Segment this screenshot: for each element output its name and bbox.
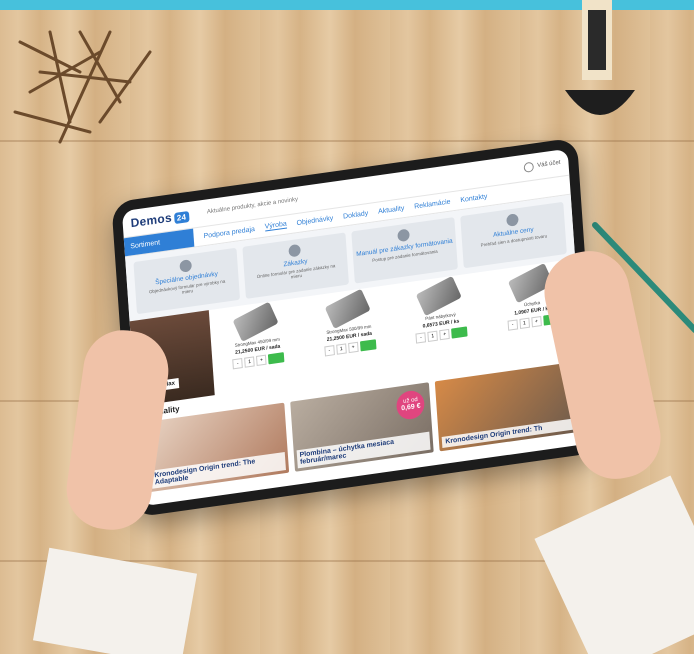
product-image — [232, 301, 279, 342]
qty-value[interactable]: 1 — [519, 317, 530, 330]
service-icon — [179, 259, 193, 273]
qty-value[interactable]: 1 — [244, 356, 255, 368]
qty-plus[interactable]: + — [256, 354, 267, 367]
news-caption: Plombina – úchytka mesiaca február/marec — [296, 431, 431, 469]
product-image — [324, 288, 371, 330]
service-card[interactable]: Manuál pre zákazky formátovania Postup p… — [351, 217, 458, 284]
user-area[interactable]: Váš účet — [523, 158, 561, 173]
nav-item[interactable]: Doklady — [343, 210, 369, 221]
search-icon[interactable] — [523, 161, 534, 173]
qty-value[interactable]: 1 — [335, 343, 347, 355]
service-card[interactable]: Špeciálne objednávky Objednávkový formul… — [133, 247, 241, 315]
right-sleeve — [534, 475, 694, 654]
qty-plus[interactable]: + — [347, 341, 359, 354]
nav-item-active[interactable]: Výroba — [264, 220, 288, 232]
photo-scene: Demos 24 Aktuálne produkty, akcie a novin… — [0, 0, 694, 654]
product-tile[interactable]: Pánt nábytkový 0,6573 EUR / ks -1 + — [392, 272, 490, 370]
news-caption: Kronodesign Origin trend: The Adaptable — [151, 452, 286, 489]
qty-minus[interactable]: - — [507, 319, 518, 331]
qty-minus[interactable]: - — [415, 332, 427, 344]
product-tile[interactable]: StrongMax 450/99 mm 21,2500 EUR / sada -… — [209, 297, 307, 395]
service-icon — [397, 228, 410, 243]
tablet-device: Demos 24 Aktuálne produkty, akcie a novin… — [111, 137, 599, 518]
add-to-cart-button[interactable] — [451, 326, 468, 339]
nav-item[interactable]: Kontakty — [460, 193, 487, 204]
price-badge: už od 0,69 € — [395, 389, 426, 421]
add-to-cart-button[interactable] — [268, 352, 285, 365]
tablet-screen: Demos 24 Aktuálne produkty, akcie a novin… — [121, 148, 589, 507]
left-sleeve — [32, 547, 198, 654]
nav-item[interactable]: Objednávky — [296, 214, 333, 226]
product-image — [416, 275, 463, 317]
service-card[interactable]: Zákazky Online formulár pre zadanie záka… — [242, 232, 349, 299]
qty-plus[interactable]: + — [531, 316, 542, 328]
qty-minus[interactable]: - — [324, 345, 335, 357]
add-to-cart-button[interactable] — [359, 339, 377, 352]
news-caption: Kronodesign Origin trend: Th — [441, 418, 577, 448]
service-card[interactable]: Aktuálne ceny Prehľad cien a dostupnosti… — [460, 201, 567, 269]
qty-minus[interactable]: - — [232, 357, 244, 370]
screws-pile — [13, 30, 152, 144]
service-icon — [506, 213, 519, 227]
product-tile[interactable]: StrongMax 500/99 mm 21,2500 EUR / sada -… — [300, 284, 398, 382]
product-name: Úchytka — [523, 299, 541, 308]
qty-value[interactable]: 1 — [427, 330, 439, 342]
qty-plus[interactable]: + — [439, 328, 451, 341]
user-label: Váš účet — [537, 159, 561, 170]
header-note: Aktuálne produkty, akcie a novinky — [206, 196, 299, 216]
nav-item[interactable]: Aktuality — [378, 204, 405, 215]
utility-knife — [565, 0, 635, 115]
service-icon — [288, 243, 301, 258]
nav-item[interactable]: Podpora predaja — [203, 225, 255, 239]
nav-item[interactable]: Reklamácie — [414, 198, 451, 210]
brand-logo[interactable]: Demos 24 — [130, 208, 190, 230]
